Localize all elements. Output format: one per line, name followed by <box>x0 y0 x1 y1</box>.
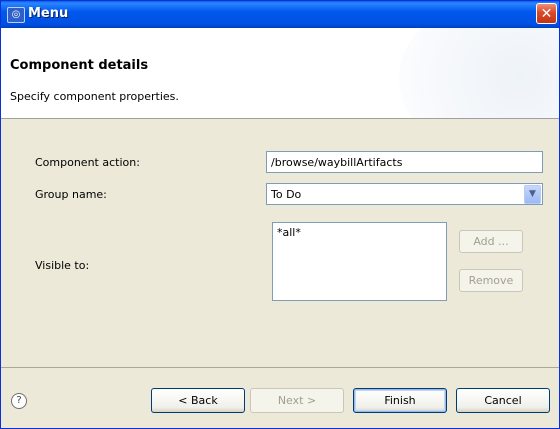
header-decoration <box>399 28 559 118</box>
form-area: Component action: /browse/waybillArtifac… <box>1 119 559 366</box>
component-action-input[interactable]: /browse/waybillArtifacts <box>266 151 543 173</box>
finish-button[interactable]: Finish <box>353 388 447 413</box>
visible-to-label: Visible to: <box>35 259 90 272</box>
chevron-down-icon[interactable]: ▼ <box>524 185 541 204</box>
title-bar[interactable]: ◎ Menu ✕ <box>1 1 559 28</box>
cancel-button[interactable]: Cancel <box>456 388 550 413</box>
group-name-value: To Do <box>271 188 302 201</box>
close-icon: ✕ <box>540 6 553 22</box>
wizard-footer: ? < Back Next > Finish Cancel <box>1 367 559 428</box>
help-icon[interactable]: ? <box>11 393 27 409</box>
group-name-label: Group name: <box>35 188 107 201</box>
list-item[interactable]: *all* <box>277 226 442 239</box>
add-button[interactable]: Add ... <box>459 230 523 253</box>
back-button[interactable]: < Back <box>151 388 245 413</box>
app-icon: ◎ <box>7 7 25 23</box>
group-name-select[interactable]: To Do ▼ <box>266 183 543 205</box>
menu-dialog: ◎ Menu ✕ Component details Specify compo… <box>0 0 560 429</box>
component-action-label: Component action: <box>35 156 140 169</box>
next-button[interactable]: Next > <box>250 388 344 413</box>
visible-to-list[interactable]: *all* <box>272 222 447 301</box>
page-title: Component details <box>10 58 149 73</box>
page-description: Specify component properties. <box>10 90 179 103</box>
window-title: Menu <box>28 6 69 21</box>
remove-button[interactable]: Remove <box>459 269 523 292</box>
close-button[interactable]: ✕ <box>536 3 557 24</box>
wizard-header: Component details Specify component prop… <box>1 28 559 119</box>
